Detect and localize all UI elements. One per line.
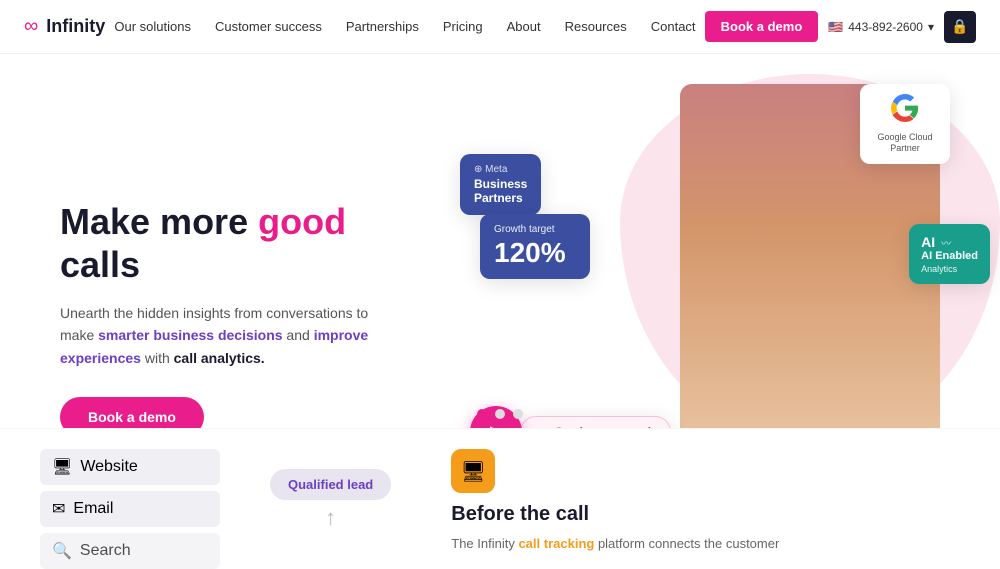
google-cloud-card: Google Cloud Partner: [860, 84, 950, 164]
monitor-icon: 🖥: [461, 459, 486, 484]
channel-list: 🖥 Website ✉ Email 🔍 Search: [0, 429, 240, 563]
nav-our-solutions[interactable]: Our solutions: [114, 19, 191, 34]
infinity-icon: ∞: [24, 15, 38, 38]
email-icon: ✉: [52, 499, 65, 519]
book-demo-header-button[interactable]: Book a demo: [705, 11, 819, 42]
search-icon: 🔍: [52, 541, 72, 561]
ai-title: AI Enabled: [921, 250, 978, 262]
hero-description: Unearth the hidden insights from convers…: [60, 302, 400, 369]
slide-dots: [477, 409, 523, 419]
channel-email: ✉ Email: [40, 491, 220, 527]
call-text: call analytics.: [174, 350, 265, 366]
flag-icon: 🇺🇸: [828, 20, 843, 34]
website-label: Website: [80, 458, 138, 476]
ai-analytics-card: AI 〰 AI Enabled Analytics: [909, 224, 990, 284]
before-the-call-section: 🖥 Before the call The Infinity call trac…: [391, 429, 1000, 563]
lock-button[interactable]: 🔒: [944, 11, 976, 43]
nav-partnerships[interactable]: Partnerships: [346, 19, 419, 34]
hero-title-end: calls: [60, 244, 140, 285]
smarter-text: smarter business decisions: [98, 327, 282, 343]
growth-target-card: Growth target 120%: [480, 214, 590, 279]
meta-business-card: ⊕ Meta BusinessPartners: [460, 154, 541, 215]
hero-title: Make more good calls: [60, 200, 400, 286]
nav-customer-success[interactable]: Customer success: [215, 19, 322, 34]
active-dot[interactable]: [477, 409, 487, 419]
chevron-down-icon: ▾: [928, 20, 934, 34]
arrow-down-icon: ↑: [270, 505, 391, 531]
nav-pricing[interactable]: Pricing: [443, 19, 483, 34]
growth-label: Growth target: [494, 224, 576, 235]
inactive-dot-2[interactable]: [513, 409, 523, 419]
meta-title: BusinessPartners: [474, 177, 527, 205]
below-fold-section: 🖥 Website ✉ Email 🔍 Search Qualified lea…: [0, 428, 1000, 563]
growth-value: 120%: [494, 237, 576, 269]
main-nav: Our solutions Customer success Partnersh…: [114, 19, 695, 34]
qualified-lead-badge: Qualified lead: [270, 469, 391, 500]
nav-about[interactable]: About: [507, 19, 541, 34]
ai-wave-icon: 〰: [941, 235, 951, 250]
meta-logo-text: ⊕ Meta: [474, 164, 527, 175]
logo[interactable]: ∞ Infinity: [24, 15, 105, 38]
google-card-label: Google Cloud Partner: [868, 132, 942, 154]
google-cloud-icon: [868, 94, 942, 128]
ai-label-text: AI: [921, 234, 935, 250]
main-header: ∞ Infinity Our solutions Customer succes…: [0, 0, 1000, 54]
hero-title-good: good: [258, 201, 346, 242]
email-label: Email: [73, 500, 113, 518]
section-description: The Infinity call tracking platform conn…: [451, 534, 1000, 554]
nav-contact[interactable]: Contact: [651, 19, 696, 34]
search-label: Search: [80, 542, 131, 560]
website-icon: 🖥: [52, 457, 72, 477]
lock-icon: 🔒: [951, 18, 968, 35]
section-icon-container: 🖥: [451, 449, 495, 493]
section-title: Before the call: [451, 503, 1000, 526]
logo-text: Infinity: [46, 16, 105, 37]
qualified-lead-area: Qualified lead ↑: [240, 429, 391, 563]
phone-number[interactable]: 🇺🇸 443-892-2600 ▾: [828, 20, 934, 34]
hero-title-plain: Make more: [60, 201, 258, 242]
nav-resources[interactable]: Resources: [565, 19, 627, 34]
inactive-dot-1[interactable]: [495, 409, 505, 419]
header-actions: Book a demo 🇺🇸 443-892-2600 ▾ 🔒: [705, 11, 976, 43]
call-tracking-highlight: call tracking: [518, 536, 594, 551]
channel-search: 🔍 Search: [40, 533, 220, 569]
ai-sub: Analytics: [921, 264, 978, 274]
channel-website: 🖥 Website: [40, 449, 220, 485]
